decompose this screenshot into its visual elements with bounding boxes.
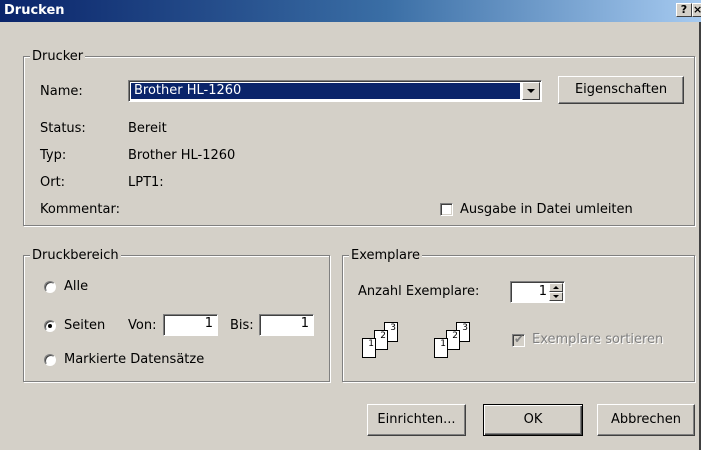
spin-up-button[interactable] (549, 283, 563, 292)
title-bar[interactable]: Drucken ? × (0, 0, 701, 22)
status-value: Bereit (128, 121, 167, 136)
status-label: Status: (40, 121, 86, 136)
radio-pages-label[interactable]: Seiten (64, 318, 105, 334)
copies-spinner[interactable]: 1 (510, 281, 565, 303)
copies-group: Exemplare (342, 248, 695, 382)
close-button[interactable]: × (692, 3, 701, 17)
radio-all-label[interactable]: Alle (64, 279, 88, 295)
ok-button[interactable]: OK (483, 404, 583, 436)
radio-all[interactable] (44, 281, 56, 293)
properties-button[interactable]: Eigenschaften (558, 76, 684, 104)
copies-count-label: Anzahl Exemplare: (358, 284, 480, 299)
to-label: Bis: (230, 318, 254, 333)
collate-label[interactable]: Exemplare sortieren (532, 332, 663, 348)
check-icon: ✔ (514, 332, 525, 346)
page-icon-1: 1 (434, 338, 448, 358)
print-to-file-checkbox[interactable] (440, 203, 453, 216)
printer-group-label: Drucker (30, 49, 86, 64)
type-label: Typ: (40, 148, 67, 163)
page-icon-2: 2 (446, 330, 460, 350)
chevron-down-icon (553, 295, 559, 298)
copies-count-value[interactable]: 1 (513, 283, 547, 301)
cancel-button[interactable]: Abbrechen (597, 404, 695, 436)
type-value: Brother HL-1260 (128, 148, 236, 163)
chevron-down-icon (527, 89, 535, 93)
printer-select[interactable]: Brother HL-1260 (128, 80, 542, 102)
radio-selected-dot (48, 324, 52, 328)
print-range-group-label: Druckbereich (30, 248, 121, 263)
page-icon-1: 1 (362, 338, 376, 358)
print-dialog: Drucken ? × Drucker Name: Brother HL-126… (0, 0, 701, 450)
chevron-up-icon (553, 286, 559, 289)
dropdown-button[interactable] (522, 82, 540, 100)
printer-name-label: Name: (40, 84, 83, 99)
spin-down-button[interactable] (549, 292, 563, 301)
printer-select-value: Brother HL-1260 (131, 83, 520, 99)
from-label: Von: (128, 318, 157, 333)
radio-selection[interactable] (44, 354, 56, 366)
window-title: Drucken (4, 3, 65, 18)
to-page-input[interactable]: 1 (259, 314, 314, 336)
location-value: LPT1: (128, 175, 164, 190)
print-to-file-label[interactable]: Ausgabe in Datei umleiten (460, 202, 633, 218)
radio-pages[interactable] (44, 320, 56, 332)
comment-label: Kommentar: (40, 202, 120, 217)
radio-selection-label[interactable]: Markierte Datensätze (64, 352, 204, 368)
location-label: Ort: (40, 175, 66, 190)
help-button[interactable]: ? (676, 3, 692, 17)
page-icon-2: 2 (374, 330, 388, 350)
collate-checkbox[interactable]: ✔ (512, 332, 525, 347)
setup-button[interactable]: Einrichten... (367, 404, 466, 436)
copies-group-label: Exemplare (349, 248, 423, 263)
from-page-input[interactable]: 1 (163, 314, 218, 336)
